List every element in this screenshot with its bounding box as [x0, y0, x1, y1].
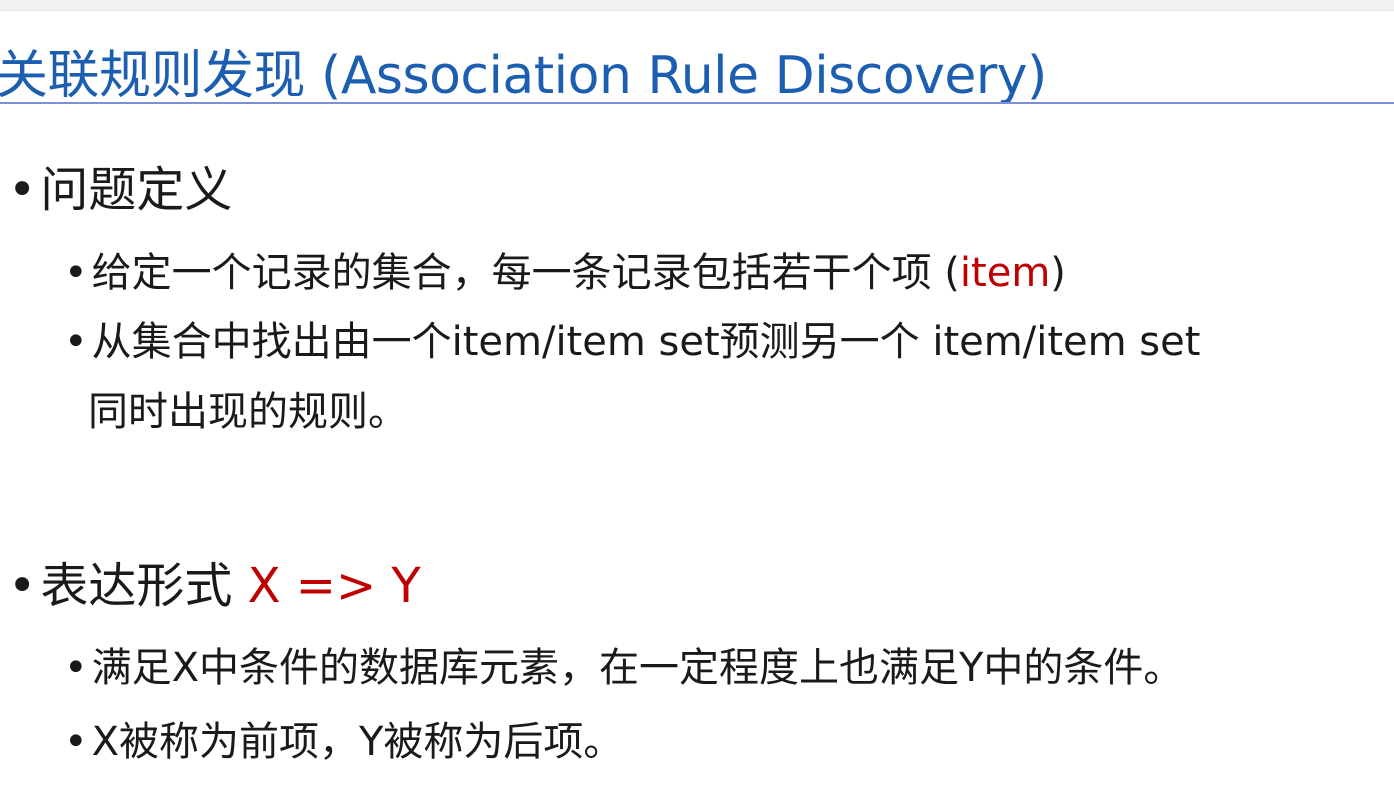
formula: X => Y: [247, 558, 421, 614]
sub-bullet-find-rules: • 从集合中找出由一个item/item set预测另一个 item/item s…: [64, 316, 1200, 368]
title-underline: [0, 102, 1394, 104]
bullet-dot: •: [8, 162, 37, 218]
sub-bullet-text: 给定一个记录的集合，每一条记录包括若干个项 (: [91, 250, 960, 296]
section-heading: 问题定义: [40, 162, 233, 218]
bullet-expression-form: •表达形式 X => Y: [8, 556, 421, 616]
sub-bullet-text: 从集合中找出由一个item/item set预测另一个 item/item se…: [91, 319, 1201, 365]
bullet-dot: •: [64, 719, 88, 765]
sub-bullet-records: • 给定一个记录的集合，每一条记录包括若干个项 (item): [64, 247, 1066, 299]
sub-bullet-continuation: 同时出现的规则。: [88, 389, 408, 435]
bullet-dot: •: [64, 250, 88, 296]
bullet-problem-definition: •问题定义: [8, 160, 232, 220]
bullet-dot: •: [8, 558, 37, 614]
sub-bullet-text: 满足X中条件的数据库元素，在一定程度上也满足Y中的条件。: [91, 645, 1184, 691]
item-keyword: item: [959, 250, 1051, 296]
top-strip: [0, 0, 1394, 11]
bullet-dot: •: [64, 645, 88, 691]
bullet-dot: •: [64, 319, 88, 365]
sub-bullet-antecedent-consequent: • X被称为前项，Y被称为后项。: [64, 716, 623, 768]
section-heading: 表达形式: [40, 558, 248, 614]
sub-bullet-suffix: ): [1050, 250, 1066, 296]
sub-bullet-text: X被称为前项，Y被称为后项。: [91, 719, 624, 765]
sub-bullet-condition: • 满足X中条件的数据库元素，在一定程度上也满足Y中的条件。: [64, 642, 1183, 694]
